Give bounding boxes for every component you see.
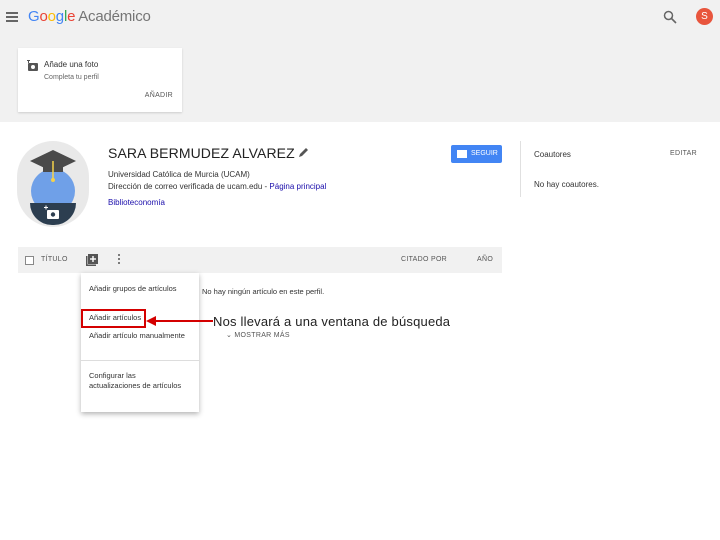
- articles-table-header: TÍTULO CITADO POR AÑO: [18, 247, 502, 273]
- more-vert-icon[interactable]: [118, 254, 122, 266]
- follow-label: SEGUIR: [471, 150, 498, 157]
- menu-item-add-article-manually[interactable]: Añadir artículo manualmente: [89, 331, 189, 341]
- add-articles-menu: Añadir grupos de artículos Añadir artícu…: [81, 273, 199, 412]
- verified-email-line: Dirección de correo verificada de ucam.e…: [108, 182, 326, 192]
- envelope-icon: [457, 150, 467, 158]
- show-more-label: MOSTRAR MÁS: [234, 332, 290, 339]
- show-more-button[interactable]: ⌄ MOSTRAR MÁS: [226, 331, 290, 339]
- menu-item-configure-updates[interactable]: Configurar las actualizaciones de artícu…: [89, 371, 189, 391]
- menu-icon[interactable]: [6, 12, 18, 22]
- logo-letter: e: [67, 8, 76, 25]
- cited-by-column-header[interactable]: CITADO POR: [401, 256, 447, 263]
- pencil-icon[interactable]: [298, 147, 309, 158]
- logo-letter: G: [28, 8, 40, 25]
- add-photo-title: Añade una foto: [44, 60, 99, 69]
- follow-button[interactable]: SEGUIR: [451, 145, 502, 163]
- camera-icon: [44, 205, 59, 219]
- verified-email-text: Dirección de correo verificada de ucam.e…: [108, 182, 270, 191]
- coauthors-empty: No hay coautores.: [534, 180, 599, 189]
- coauthors-title: Coautores: [534, 150, 571, 159]
- arrow-icon: [146, 316, 214, 326]
- app-name: Académico: [78, 8, 151, 25]
- scholar-logo[interactable]: Google Académico: [28, 8, 151, 25]
- search-icon[interactable]: [663, 10, 677, 24]
- menu-item-add-article-groups[interactable]: Añadir grupos de artículos: [89, 284, 189, 294]
- menu-divider: [81, 360, 199, 361]
- add-photo-button[interactable]: AÑADIR: [145, 92, 173, 99]
- logo-letter: o: [47, 8, 56, 25]
- logo-letter: g: [55, 8, 64, 25]
- highlight-box: [81, 309, 146, 328]
- homepage-link[interactable]: Página principal: [269, 182, 326, 191]
- affiliation: Universidad Católica de Murcia (UCAM): [108, 170, 250, 179]
- annotation-callout: Nos llevará a una ventana de búsqueda: [213, 314, 451, 329]
- no-articles-message: No hay ningún artículo en este perfil.: [202, 287, 325, 296]
- year-column-header[interactable]: AÑO: [477, 256, 493, 263]
- add-photo-card: Añade una foto Completa tu perfil AÑADIR: [18, 48, 182, 112]
- select-all-checkbox[interactable]: [25, 256, 34, 265]
- research-interest[interactable]: Biblioteconomía: [108, 198, 165, 208]
- profile-name: SARA BERMUDEZ ALVAREZ: [108, 145, 295, 161]
- divider: [520, 141, 521, 197]
- add-icon[interactable]: [85, 253, 99, 267]
- edit-photo-button[interactable]: [30, 203, 76, 225]
- camera-icon: [27, 60, 38, 71]
- top-bar: Google Académico S: [0, 0, 720, 36]
- logo-letter: o: [39, 8, 48, 25]
- add-photo-subtitle: Completa tu perfil: [44, 74, 99, 81]
- title-column-header[interactable]: TÍTULO: [41, 256, 68, 263]
- account-avatar[interactable]: S: [696, 8, 713, 25]
- coauthors-edit-button[interactable]: EDITAR: [670, 150, 697, 157]
